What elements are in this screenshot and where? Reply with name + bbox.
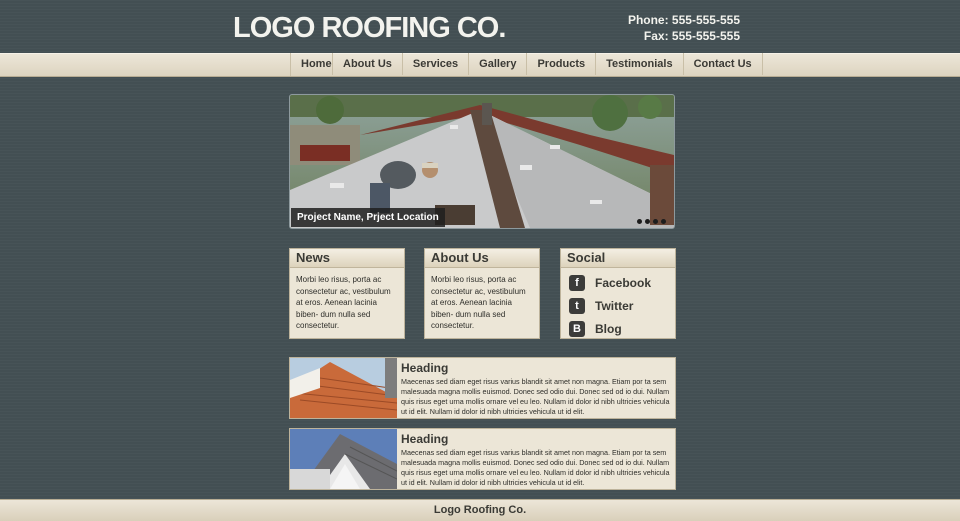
slider-dot-3[interactable] <box>653 219 658 224</box>
main-nav: Home About Us Services Gallery Products … <box>290 53 763 76</box>
article-heading-1: Heading <box>401 361 449 375</box>
social-box: Social f Facebook t Twitter B Blog <box>560 248 676 339</box>
nav-item-about-us[interactable]: About Us <box>333 53 403 75</box>
social-link-facebook[interactable]: f Facebook <box>561 271 675 294</box>
hero-slider[interactable]: Project Name, Prject Location <box>289 94 675 229</box>
nav-item-products[interactable]: Products <box>527 53 597 75</box>
article-thumbnail-2 <box>290 429 397 489</box>
nav-item-services[interactable]: Services <box>403 53 470 75</box>
article-thumbnail-1 <box>290 358 397 418</box>
blogger-icon: B <box>569 320 585 337</box>
about-box: About Us Morbi leo risus, porta ac conse… <box>424 248 540 339</box>
twitter-icon: t <box>569 297 585 314</box>
about-body: Morbi leo risus, porta ac consectetur ac… <box>431 275 526 330</box>
facebook-icon: f <box>569 274 585 291</box>
nav-item-gallery[interactable]: Gallery <box>469 53 528 75</box>
social-link-blog[interactable]: B Blog <box>561 317 675 340</box>
article-card-2: Heading Maecenas sed diam eget risus var… <box>289 428 676 490</box>
slider-caption: Project Name, Prject Location <box>291 208 445 227</box>
about-title: About Us <box>425 249 539 268</box>
nav-item-testimonials[interactable]: Testimonials <box>596 53 684 75</box>
footer: Logo Roofing Co. <box>0 499 960 521</box>
slider-dot-1[interactable] <box>637 219 642 224</box>
social-label-twitter: Twitter <box>595 298 634 313</box>
article-body-2: Maecenas sed diam eget risus varius blan… <box>401 448 670 487</box>
news-title: News <box>290 249 404 268</box>
site-logo[interactable]: LOGO ROOFING CO. <box>233 12 506 45</box>
slider-dot-2[interactable] <box>645 219 650 224</box>
nav-item-home[interactable]: Home <box>291 53 333 75</box>
news-body: Morbi leo risus, porta ac consectetur ac… <box>296 275 391 330</box>
slider-dots <box>637 219 666 224</box>
phone-number: Phone: 555-555-555 <box>627 13 740 27</box>
slider-dot-4[interactable] <box>661 219 666 224</box>
article-card-1: Heading Maecenas sed diam eget risus var… <box>289 357 676 419</box>
contact-info: Phone: 555-555-555 Fax: 555-555-555 <box>628 12 740 44</box>
news-box: News Morbi leo risus, porta ac consectet… <box>289 248 405 339</box>
social-label-blog: Blog <box>595 321 622 336</box>
social-label-facebook: Facebook <box>595 275 652 290</box>
social-title: Social <box>561 249 675 268</box>
fax-number: Fax: 555-555-555 <box>643 29 740 43</box>
article-body-1: Maecenas sed diam eget risus varius blan… <box>401 377 670 416</box>
article-heading-2: Heading <box>401 432 449 446</box>
nav-item-contact-us[interactable]: Contact Us <box>684 53 763 75</box>
social-link-twitter[interactable]: t Twitter <box>561 294 675 317</box>
